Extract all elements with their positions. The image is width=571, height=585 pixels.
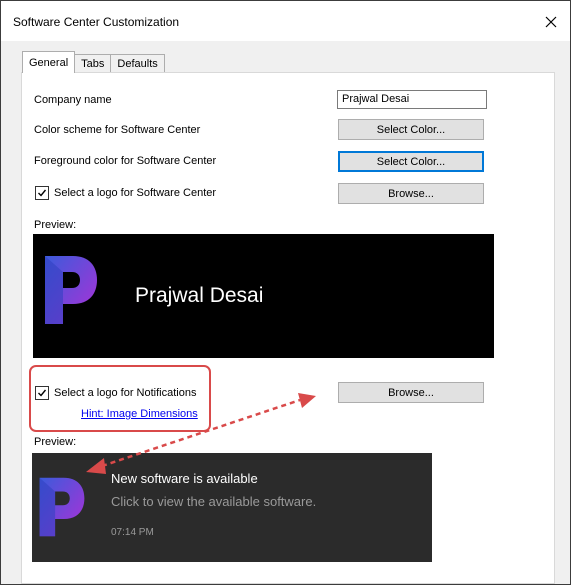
close-icon: [545, 16, 557, 28]
dialog-window: Software Center Customization General Ta…: [0, 0, 571, 585]
logo-notifications-checkbox[interactable]: [35, 386, 49, 400]
tab-general[interactable]: General: [22, 51, 76, 73]
close-button[interactable]: [538, 9, 564, 35]
tab-tabs[interactable]: Tabs: [74, 54, 112, 73]
company-name-label: Company name: [34, 94, 112, 106]
color-scheme-label: Color scheme for Software Center: [34, 124, 201, 136]
preview-label: Preview:: [34, 219, 77, 231]
notification-time: 07:14 PM: [111, 527, 154, 538]
notification-body: Click to view the available software.: [111, 494, 317, 509]
hint-image-dimensions-link[interactable]: Hint: Image Dimensions: [81, 408, 198, 420]
software-center-preview: Prajwal Desai: [33, 234, 494, 358]
logo-software-center-checkbox[interactable]: [35, 186, 49, 200]
notification-title: New software is available: [111, 471, 258, 486]
p-logo-icon: [45, 256, 97, 324]
title-bar: Software Center Customization: [1, 1, 570, 41]
select-foreground-color-button[interactable]: Select Color...: [338, 151, 484, 172]
logo-software-center-label: Select a logo for Software Center: [54, 187, 217, 199]
logo-notifications-label: Select a logo for Notifications: [54, 387, 197, 399]
p-logo-icon: [39, 477, 85, 537]
select-color-scheme-button[interactable]: Select Color...: [338, 119, 484, 140]
foreground-color-label: Foreground color for Software Center: [34, 155, 217, 167]
company-name-input[interactable]: Prajwal Desai: [337, 90, 487, 109]
preview-brand-name: Prajwal Desai: [135, 284, 264, 307]
general-tab-panel: Company name Prajwal Desai Color scheme …: [21, 72, 555, 584]
notification-preview-label: Preview:: [34, 436, 77, 448]
window-title: Software Center Customization: [13, 15, 180, 29]
tab-strip: General Tabs Defaults: [22, 51, 165, 73]
browse-logo-button[interactable]: Browse...: [338, 183, 484, 204]
dialog-client-area: General Tabs Defaults Company name Prajw…: [1, 41, 570, 584]
notification-preview: New software is available Click to view …: [32, 453, 432, 562]
checkmark-icon: [38, 389, 47, 397]
browse-notification-logo-button[interactable]: Browse...: [338, 382, 484, 403]
tab-defaults[interactable]: Defaults: [110, 54, 165, 73]
checkmark-icon: [38, 189, 47, 197]
